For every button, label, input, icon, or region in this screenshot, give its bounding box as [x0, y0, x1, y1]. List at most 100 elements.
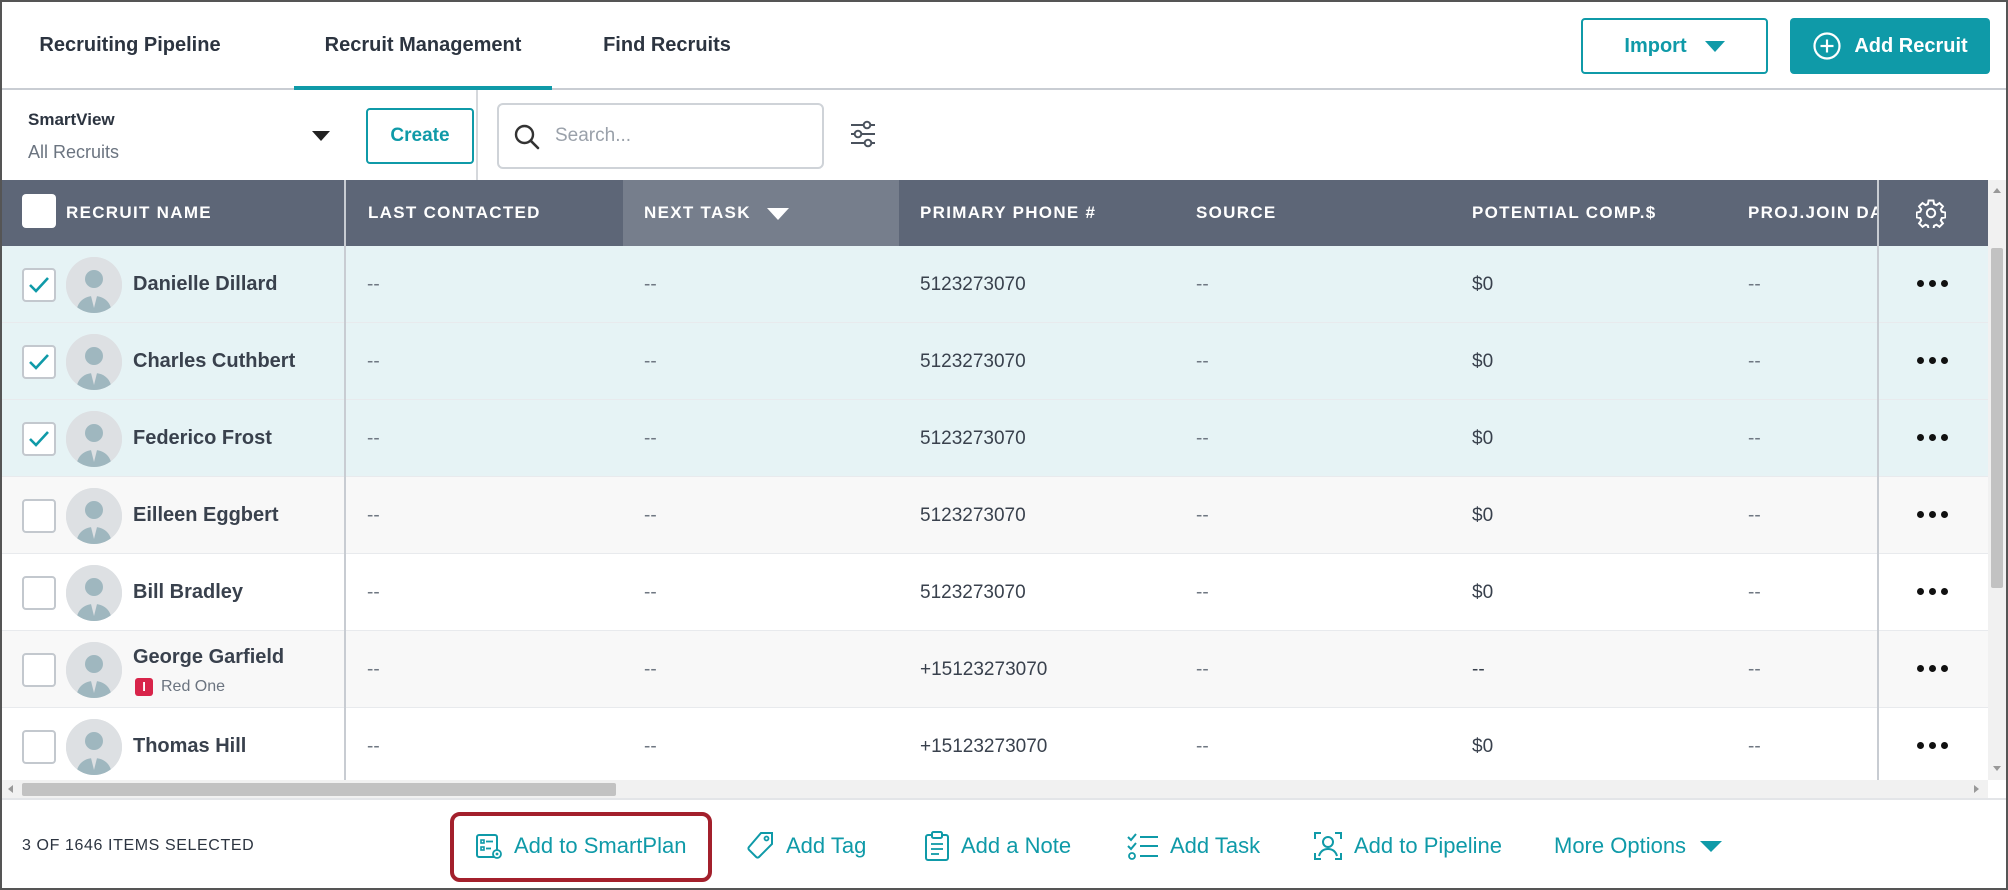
row-more-options-icon[interactable] [1915, 736, 1949, 756]
create-smartview-button[interactable]: Create [366, 108, 474, 164]
primary-phone-cell[interactable]: 5123273070 [920, 323, 1026, 400]
last-contacted-cell: -- [367, 351, 380, 372]
recruit-name[interactable]: Danielle Dillard [133, 246, 278, 323]
column-header-recruit-name[interactable]: RECRUIT NAME [66, 180, 344, 246]
search-input[interactable] [555, 117, 805, 155]
filter-bar: SmartView All Recruits Create [2, 90, 2006, 180]
gear-icon[interactable] [1916, 198, 1946, 228]
potential-comp-cell: $0 [1472, 351, 1494, 372]
column-divider [1877, 631, 1879, 708]
potential-comp-cell: $0 [1472, 582, 1494, 603]
person-avatar-icon [66, 565, 122, 621]
scroll-up-icon[interactable] [1993, 188, 2001, 193]
row-more-options-icon[interactable] [1915, 582, 1949, 602]
proj-join-date-cell: -- [1748, 582, 1761, 603]
row-more-options-icon[interactable] [1915, 351, 1949, 371]
row-more-options-icon[interactable] [1915, 659, 1949, 679]
row-checkbox[interactable] [22, 345, 56, 379]
chevron-down-icon[interactable] [312, 131, 330, 141]
avatar [66, 488, 122, 544]
add-recruit-button[interactable]: Add Recruit [1790, 18, 1990, 74]
more-options-button[interactable]: More Options [1554, 800, 1723, 888]
column-divider [344, 477, 346, 554]
primary-phone-cell[interactable]: 5123273070 [920, 246, 1026, 323]
column-header-next-task[interactable]: NEXT TASK [623, 180, 899, 246]
table-row[interactable]: Bill Bradley -- -- 5123273070 -- $0 -- [2, 554, 1988, 631]
add-to-pipeline-label: Add to Pipeline [1354, 833, 1502, 858]
horizontal-scrollbar[interactable] [2, 780, 1988, 798]
add-to-pipeline-button[interactable]: Add to Pipeline [1312, 800, 1502, 888]
row-checkbox[interactable] [22, 268, 56, 302]
row-checkbox[interactable] [22, 422, 56, 456]
bulk-action-bar: 3 OF 1646 ITEMS SELECTED Add to SmartPla… [2, 798, 2006, 888]
person-avatar-icon [66, 257, 122, 313]
column-header-source[interactable]: SOURCE [1175, 180, 1451, 246]
potential-comp-cell: $0 [1472, 428, 1494, 449]
table-row[interactable]: Charles Cuthbert -- -- 5123273070 -- $0 -- [2, 323, 1988, 400]
row-checkbox[interactable] [22, 499, 56, 533]
tab-recruit-management[interactable]: Recruit Management [294, 2, 552, 90]
tab-find-recruits[interactable]: Find Recruits [592, 2, 742, 90]
next-task-cell: -- [644, 428, 657, 449]
recruit-name[interactable]: George Garfield [133, 645, 284, 673]
add-note-label: Add a Note [961, 833, 1072, 858]
recruit-name[interactable]: Thomas Hill [133, 708, 246, 780]
avatar [66, 411, 122, 467]
primary-phone-cell[interactable]: 5123273070 [920, 400, 1026, 477]
more-options-label: More Options [1554, 833, 1687, 858]
row-more-options-icon[interactable] [1915, 274, 1949, 294]
avatar [66, 719, 122, 775]
table-row[interactable]: Danielle Dillard -- -- 5123273070 -- $0 -- [2, 246, 1988, 323]
primary-phone-cell[interactable]: 5123273070 [920, 477, 1026, 554]
table-row[interactable]: Eilleen Eggbert -- -- 5123273070 -- $0 -- [2, 477, 1988, 554]
add-task-button[interactable]: Add Task [1126, 800, 1260, 888]
import-button[interactable]: Import [1581, 18, 1768, 74]
vertical-scrollbar[interactable] [1988, 180, 2006, 780]
last-contacted-cell: -- [367, 505, 380, 526]
row-more-options-icon[interactable] [1915, 505, 1949, 525]
column-divider [344, 708, 346, 780]
table-row[interactable]: George Garfield I Red One -- -- +15123273070 -… [2, 631, 1988, 708]
select-all-checkbox[interactable] [22, 194, 56, 228]
column-header-last-contacted[interactable]: LAST CONTACTED [346, 180, 622, 246]
next-task-cell: -- [644, 505, 657, 526]
smartview-value: All Recruits [28, 142, 120, 162]
primary-phone-cell[interactable]: +15123273070 [920, 631, 1047, 708]
add-tag-button[interactable]: Add Tag [744, 800, 866, 888]
column-header-primary-phone[interactable]: PRIMARY PHONE # [899, 180, 1175, 246]
potential-comp-cell: -- [1472, 659, 1485, 680]
filter-settings-icon[interactable] [848, 120, 878, 148]
row-checkbox[interactable] [22, 653, 56, 687]
table-row[interactable]: Thomas Hill -- -- +15123273070 -- $0 -- [2, 708, 1988, 780]
recruit-name[interactable]: Federico Frost [133, 400, 272, 477]
proj-join-date-cell: -- [1748, 505, 1761, 526]
scroll-left-icon[interactable] [8, 785, 13, 793]
potential-comp-cell: $0 [1472, 505, 1494, 526]
column-divider [344, 400, 346, 477]
row-more-options-icon[interactable] [1915, 428, 1949, 448]
scroll-down-icon[interactable] [1993, 766, 2001, 771]
recruit-name[interactable]: Charles Cuthbert [133, 323, 295, 400]
person-avatar-icon [66, 488, 122, 544]
vertical-scrollbar-thumb[interactable] [1991, 248, 2003, 588]
primary-phone-cell[interactable]: 5123273070 [920, 554, 1026, 631]
table-row[interactable]: Federico Frost -- -- 5123273070 -- $0 -- [2, 400, 1988, 477]
search-box[interactable] [497, 103, 824, 169]
horizontal-scrollbar-thumb[interactable] [22, 783, 616, 796]
column-divider [344, 246, 346, 323]
tab-recruiting-pipeline[interactable]: Recruiting Pipeline [30, 2, 230, 90]
add-note-button[interactable]: Add a Note [923, 800, 1072, 888]
primary-phone-cell[interactable]: +15123273070 [920, 708, 1047, 780]
table-header: RECRUIT NAME LAST CONTACTED NEXT TASK PR… [2, 180, 1988, 246]
recruit-name[interactable]: Eilleen Eggbert [133, 477, 279, 554]
proj-join-date-cell: -- [1748, 736, 1761, 757]
clipboard-icon [925, 831, 949, 861]
row-checkbox[interactable] [22, 576, 56, 610]
column-header-potential-comp[interactable]: POTENTIAL COMP.$ [1451, 180, 1727, 246]
row-checkbox[interactable] [22, 730, 56, 764]
source-cell: -- [1196, 659, 1209, 680]
add-to-smartplan-button[interactable]: Add to SmartPlan [450, 800, 712, 888]
scroll-right-icon[interactable] [1974, 785, 1979, 793]
column-header-proj-join-date[interactable]: PROJ.JOIN DA [1727, 180, 1877, 246]
recruit-name[interactable]: Bill Bradley [133, 554, 243, 631]
